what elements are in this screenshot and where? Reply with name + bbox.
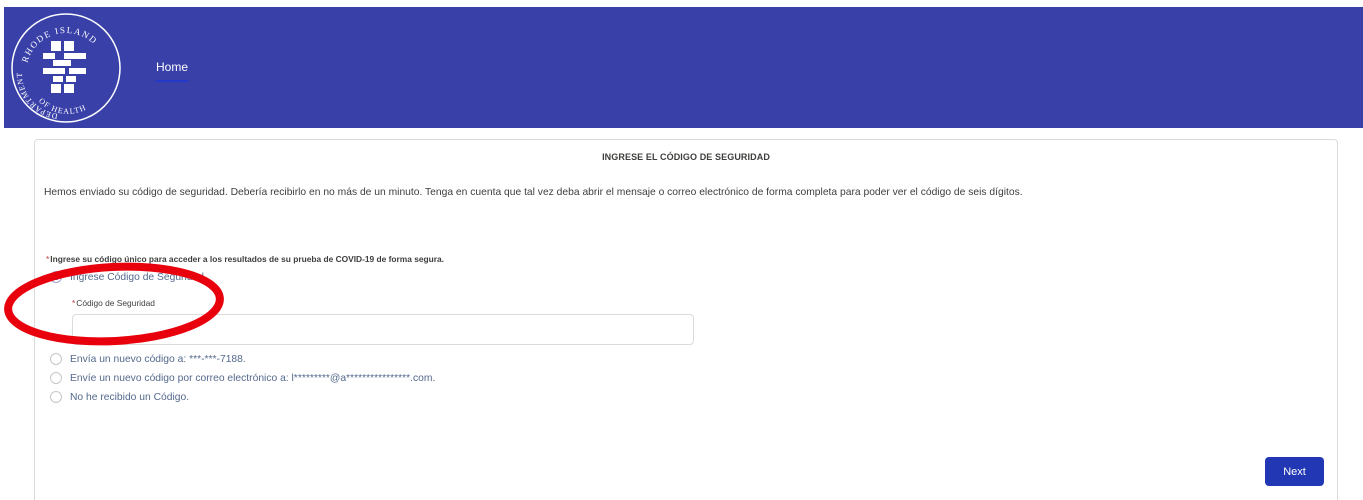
radio-option-enter-code[interactable]: Ingrese Código de Seguridad: [50, 271, 204, 283]
radio-option-resend-sms[interactable]: Envía un nuevo código a: ***-***-7188.: [50, 353, 246, 365]
radio-option-label: No he recibido un Código.: [70, 391, 190, 403]
instructions-text: Hemos enviado su código de seguridad. De…: [44, 187, 1023, 198]
nav-home-link[interactable]: Home: [156, 60, 189, 82]
radio-option-label: Envíe un nuevo código por correo electró…: [70, 372, 436, 384]
radio-option-resend-email[interactable]: Envíe un nuevo código por correo electró…: [50, 372, 435, 384]
radio-button[interactable]: [50, 372, 62, 384]
required-group-label-text: Ingrese su código único para acceder a l…: [50, 254, 445, 264]
radio-option-label: Ingrese Código de Seguridad: [70, 271, 204, 283]
next-button[interactable]: Next: [1265, 457, 1324, 486]
radio-button[interactable]: [50, 391, 62, 403]
radio-option-not-received[interactable]: No he recibido un Código.: [50, 391, 189, 403]
logo-text-left: DEPARTMENT: [15, 72, 58, 121]
security-code-input[interactable]: [72, 314, 694, 345]
code-field-label: *Código de Seguridad: [72, 298, 155, 308]
security-code-card: INGRESE EL CÓDIGO DE SEGURIDAD Hemos env…: [34, 139, 1338, 500]
required-asterisk: *: [46, 254, 50, 264]
page-title: INGRESE EL CÓDIGO DE SEGURIDAD: [602, 152, 770, 162]
radio-option-label: Envía un nuevo código a: ***-***-7188.: [70, 353, 246, 365]
ri-department-of-health-logo[interactable]: RHODE ISLAND DEPARTMENT OF HEALTH: [9, 11, 123, 125]
code-field-label-text: Código de Seguridad: [76, 298, 155, 308]
required-group-label: *Ingrese su código único para acceder a …: [46, 254, 444, 264]
svg-text:DEPARTMENT: DEPARTMENT: [15, 72, 58, 121]
required-asterisk: *: [72, 298, 76, 308]
radio-button-selected[interactable]: [50, 271, 62, 283]
radio-button[interactable]: [50, 353, 62, 365]
site-header: RHODE ISLAND DEPARTMENT OF HEALTH Home: [4, 7, 1363, 128]
